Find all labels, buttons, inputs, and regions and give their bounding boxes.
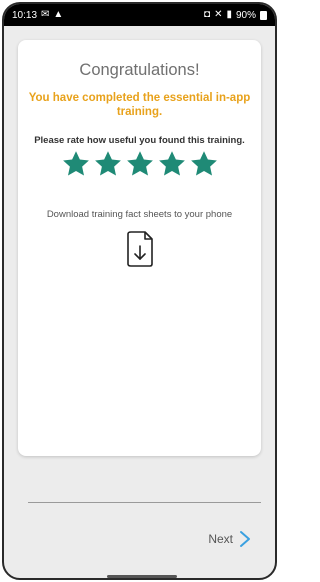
star-icon[interactable] (61, 149, 91, 179)
footer-divider (28, 502, 261, 503)
alarm-icon: ◘ (204, 9, 211, 20)
status-bar: 10:13 ✉ ▲ ◘ ✕ ▮ 90% (4, 4, 275, 26)
warning-icon: ▲ (53, 9, 64, 20)
download-fact-sheets-label: Download training fact sheets to your ph… (46, 209, 233, 220)
battery-icon (260, 10, 267, 20)
next-label: Next (208, 532, 233, 546)
star-icon[interactable] (93, 149, 123, 179)
home-indicator (107, 575, 177, 578)
status-right: ◘ ✕ ▮ 90% (204, 10, 267, 21)
phone-frame: 10:13 ✉ ▲ ◘ ✕ ▮ 90% Congratulations! You… (2, 2, 277, 580)
completion-message: You have completed the essential in-app … (28, 92, 251, 118)
chevron-right-icon (240, 531, 250, 547)
rating-prompt: Please rate how useful you found this tr… (34, 135, 245, 146)
download-file-icon[interactable] (125, 230, 155, 268)
star-rating (18, 149, 261, 179)
next-button[interactable]: Next (208, 530, 251, 548)
signal-icon: ▮ (226, 9, 232, 20)
star-icon[interactable] (189, 149, 219, 179)
star-icon[interactable] (157, 149, 187, 179)
page-title: Congratulations! (79, 61, 200, 79)
status-left: 10:13 ✉ ▲ (12, 10, 63, 21)
status-battery: 90% (235, 9, 256, 21)
mail-icon: ✉ (41, 9, 50, 20)
training-complete-card: Congratulations! You have completed the … (18, 40, 261, 456)
star-icon[interactable] (125, 149, 155, 179)
mute-icon: ✕ (214, 9, 223, 20)
status-time: 10:13 (12, 9, 38, 21)
